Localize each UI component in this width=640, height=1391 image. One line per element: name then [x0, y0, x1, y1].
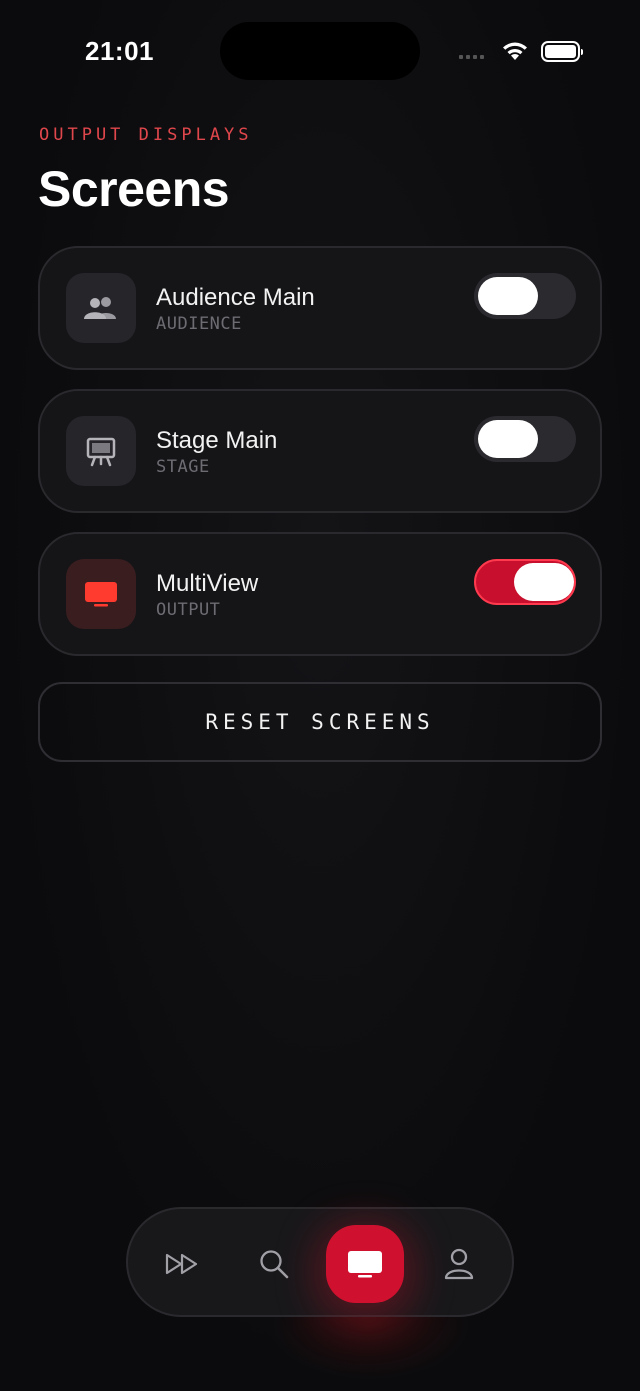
screen-kind: STAGE	[156, 457, 210, 477]
screen: 21:01 OUTPUT DISPLAYS Screens Audience M…	[0, 0, 640, 1391]
screen-icon-tile	[66, 559, 136, 629]
tab-search[interactable]	[235, 1225, 313, 1303]
toggle-knob	[514, 563, 574, 601]
search-icon	[260, 1250, 289, 1279]
screen-name: Audience Main	[156, 284, 315, 311]
screen-icon-tile	[66, 416, 136, 486]
easel-icon	[86, 437, 116, 467]
screen-toggle[interactable]	[474, 416, 576, 462]
screen-kind: AUDIENCE	[156, 314, 242, 334]
people-icon	[84, 297, 116, 319]
toggle-knob	[478, 420, 538, 458]
toggle-knob	[478, 277, 538, 315]
screen-icon-tile	[66, 273, 136, 343]
screen-toggle[interactable]	[474, 273, 576, 319]
battery-icon	[541, 41, 583, 62]
dynamic-island	[220, 22, 420, 80]
tab-bar	[126, 1207, 514, 1317]
wifi-icon	[503, 42, 527, 60]
screen-icon	[348, 1251, 382, 1278]
screen-card-stage-main[interactable]: Stage Main STAGE	[38, 389, 602, 513]
screen-toggle[interactable]	[474, 559, 576, 605]
cellular-signal-icon	[459, 55, 484, 59]
screen-kind: OUTPUT	[156, 600, 221, 620]
screen-card-audience-main[interactable]: Audience Main AUDIENCE	[38, 246, 602, 370]
person-icon	[444, 1248, 474, 1280]
screen-name: MultiView	[156, 570, 259, 597]
section-eyebrow: OUTPUT DISPLAYS	[39, 125, 253, 145]
tab-screens[interactable]	[326, 1225, 404, 1303]
monitor-icon	[85, 582, 117, 607]
tab-playback[interactable]	[144, 1225, 222, 1303]
reset-screens-button[interactable]: RESET SCREENS	[38, 682, 602, 762]
fast-forward-icon	[165, 1253, 198, 1275]
page-title: Screens	[38, 161, 230, 217]
status-time: 21:01	[85, 36, 154, 66]
screen-name: Stage Main	[156, 427, 278, 454]
tab-profile[interactable]	[420, 1225, 498, 1303]
screen-card-multiview[interactable]: MultiView OUTPUT	[38, 532, 602, 656]
